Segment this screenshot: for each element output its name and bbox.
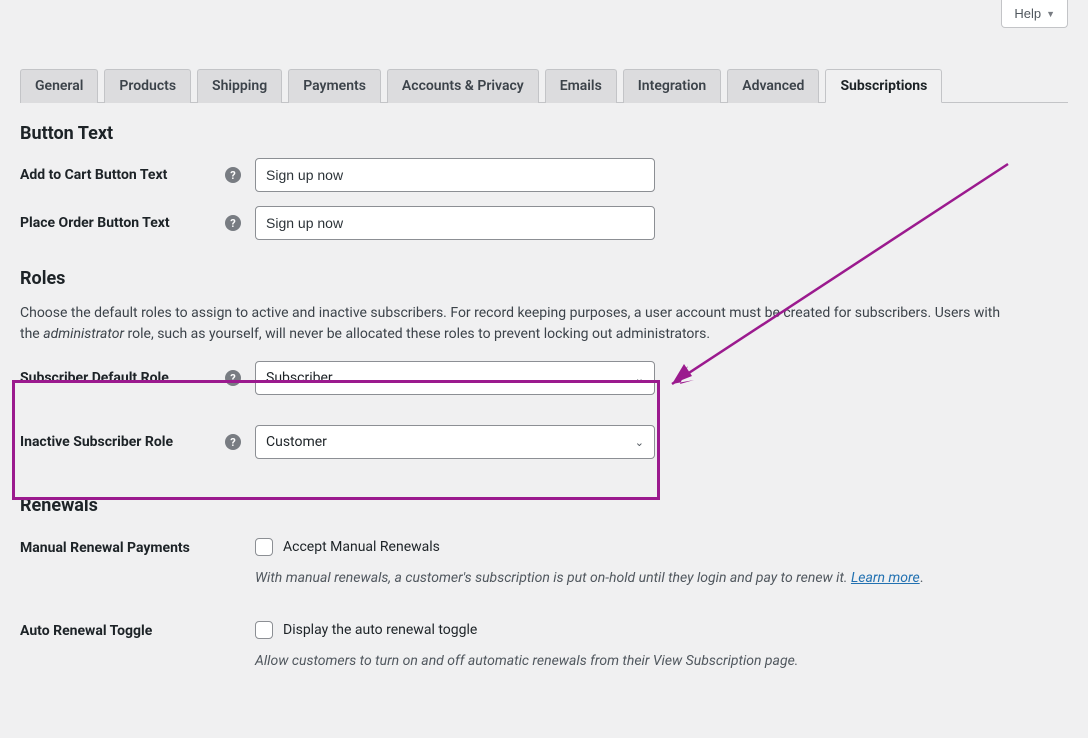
checkbox-label: Accept Manual Renewals <box>283 539 440 555</box>
subscriber-default-role-select[interactable]: Subscriber ⌄ <box>255 361 655 395</box>
tab-integration[interactable]: Integration <box>623 69 721 103</box>
tab-payments[interactable]: Payments <box>288 69 381 103</box>
auto-renewal-description: Allow customers to turn on and off autom… <box>255 651 1068 672</box>
field-label: Add to Cart Button Text <box>20 167 225 183</box>
inactive-subscriber-role-select[interactable]: Customer ⌄ <box>255 425 655 459</box>
tab-subscriptions[interactable]: Subscriptions <box>825 69 942 103</box>
settings-tabs: General Products Shipping Payments Accou… <box>20 68 1068 103</box>
manual-renewals-checkbox[interactable] <box>255 538 273 556</box>
tab-emails[interactable]: Emails <box>545 69 617 103</box>
row-manual-renewals: Manual Renewal Payments Accept Manual Re… <box>20 538 1068 589</box>
tab-products[interactable]: Products <box>104 69 191 103</box>
chevron-down-icon: ⌄ <box>635 372 644 385</box>
roles-description: Choose the default roles to assign to ac… <box>20 303 1020 345</box>
checkbox-line: Display the auto renewal toggle <box>255 621 1068 639</box>
help-tooltip-icon[interactable]: ? <box>225 167 255 183</box>
section-heading-renewals: Renewals <box>20 495 1068 516</box>
tab-shipping[interactable]: Shipping <box>197 69 282 103</box>
field-label: Subscriber Default Role <box>20 370 225 386</box>
learn-more-link[interactable]: Learn more <box>851 570 920 586</box>
manual-renewals-description: With manual renewals, a customer's subsc… <box>255 568 1068 589</box>
field-label: Inactive Subscriber Role <box>20 434 225 450</box>
help-tooltip-icon[interactable]: ? <box>225 434 255 450</box>
add-to-cart-button-text-input[interactable] <box>255 158 655 192</box>
tab-advanced[interactable]: Advanced <box>727 69 819 103</box>
row-place-order-button-text: Place Order Button Text ? <box>20 206 1068 240</box>
checkbox-label: Display the auto renewal toggle <box>283 622 477 638</box>
row-add-to-cart-button-text: Add to Cart Button Text ? <box>20 158 1068 192</box>
checkbox-line: Accept Manual Renewals <box>255 538 1068 556</box>
field-label: Manual Renewal Payments <box>20 538 255 556</box>
help-button-label: Help <box>1014 6 1041 21</box>
help-tooltip-icon[interactable]: ? <box>225 215 255 231</box>
caret-down-icon: ▼ <box>1046 9 1055 19</box>
place-order-button-text-input[interactable] <box>255 206 655 240</box>
field-label: Auto Renewal Toggle <box>20 621 255 639</box>
select-value: Customer <box>266 434 327 450</box>
section-heading-button-text: Button Text <box>20 123 1068 144</box>
help-dropdown-button[interactable]: Help ▼ <box>1001 0 1068 28</box>
row-subscriber-default-role: Subscriber Default Role ? Subscriber ⌄ <box>20 361 1068 395</box>
settings-content: Button Text Add to Cart Button Text ? Pl… <box>20 105 1068 672</box>
row-inactive-subscriber-role: Inactive Subscriber Role ? Customer ⌄ <box>20 425 1068 459</box>
section-heading-roles: Roles <box>20 268 1068 289</box>
select-value: Subscriber <box>266 370 333 386</box>
field-label: Place Order Button Text <box>20 215 225 231</box>
tab-accounts-privacy[interactable]: Accounts & Privacy <box>387 69 539 103</box>
auto-renewal-toggle-checkbox[interactable] <box>255 621 273 639</box>
help-tooltip-icon[interactable]: ? <box>225 370 255 386</box>
row-auto-renewal-toggle: Auto Renewal Toggle Display the auto ren… <box>20 621 1068 672</box>
tab-general[interactable]: General <box>20 69 98 103</box>
chevron-down-icon: ⌄ <box>635 436 644 449</box>
